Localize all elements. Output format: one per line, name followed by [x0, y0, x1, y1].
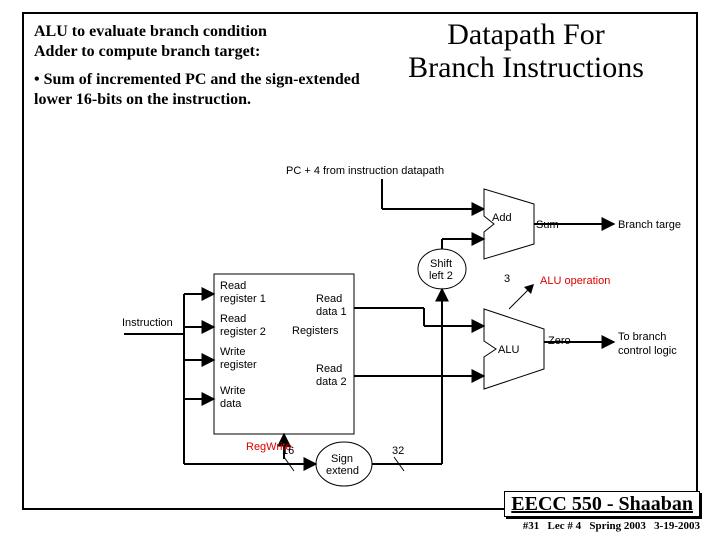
- footer-date: 3-19-2003: [654, 520, 700, 532]
- label-sign: Sign: [331, 453, 353, 465]
- label-read-data1a: Read: [316, 293, 342, 305]
- label-16bit: 16: [282, 445, 294, 457]
- label-extend: extend: [326, 465, 359, 477]
- footer-meta: #31 Lec # 4 Spring 2003 3-19-2003: [504, 520, 700, 532]
- label-read-data1b: data 1: [316, 306, 347, 318]
- footer-term: Spring 2003: [589, 520, 646, 532]
- label-branch-target: Branch targe: [618, 219, 681, 231]
- label-alu: ALU: [498, 344, 519, 356]
- label-write-regb: register: [220, 359, 257, 371]
- slide-footer: EECC 550 - Shaaban #31 Lec # 4 Spring 20…: [504, 493, 700, 532]
- label-read-reg2b: register 2: [220, 326, 266, 338]
- label-pc4: PC + 4 from instruction datapath: [286, 165, 444, 177]
- label-alu-operation: ALU operation: [540, 275, 610, 287]
- label-read-data2b: data 2: [316, 376, 347, 388]
- label-control-logic: control logic: [618, 345, 677, 357]
- datapath-diagram: PC + 4 from instruction datapath Add Sum…: [24, 14, 700, 512]
- label-read-reg2a: Read: [220, 313, 246, 325]
- adder-shape: [484, 189, 534, 259]
- slide-frame: Datapath For Branch Instructions ALU to …: [22, 12, 698, 510]
- footer-slide-num: #31: [523, 520, 540, 532]
- label-write-rega: Write: [220, 346, 245, 358]
- footer-lecture: Lec # 4: [548, 520, 582, 532]
- label-to-branch: To branch: [618, 331, 666, 343]
- label-add: Add: [492, 212, 512, 224]
- label-instruction: Instruction: [122, 317, 173, 329]
- label-32bit: 32: [392, 445, 404, 457]
- label-alu-bits: 3: [504, 273, 510, 285]
- label-read-reg1a: Read: [220, 280, 246, 292]
- footer-course: EECC 550 - Shaaban: [504, 491, 700, 517]
- label-write-dataa: Write: [220, 385, 245, 397]
- label-read-reg1b: register 1: [220, 293, 266, 305]
- label-left2: left 2: [429, 270, 453, 282]
- label-shift: Shift: [430, 258, 452, 270]
- label-write-datab: data: [220, 398, 242, 410]
- label-registers: Registers: [292, 325, 339, 337]
- label-read-data2a: Read: [316, 363, 342, 375]
